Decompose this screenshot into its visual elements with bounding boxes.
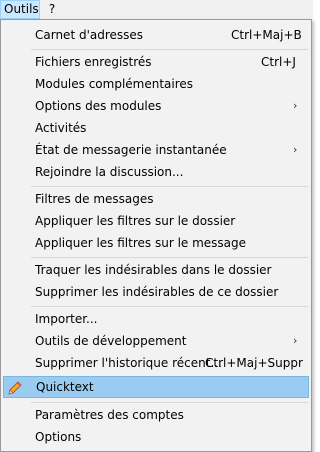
menubar-outils[interactable]: Outils [0, 0, 40, 19]
submenu-chevron-icon: › [293, 99, 298, 112]
menu-item-shortcut: Ctrl+Maj+Suppr [205, 356, 303, 370]
menu-item-label: Supprimer l'historique récent... [35, 356, 222, 370]
menu-item-label: Carnet d'adresses [35, 28, 144, 42]
submenu-chevron-icon: › [293, 334, 298, 347]
menu-separator [31, 257, 308, 258]
menu-item-label: Appliquer les filtres sur le dossier [35, 214, 236, 228]
menu-item-label: Outils de développement [35, 334, 187, 348]
menubar-help[interactable]: ? [45, 0, 59, 19]
menu-item-shortcut: Ctrl+Maj+B [231, 28, 302, 42]
menu-item-supprimer-indesirables[interactable]: Supprimer les indésirables de ce dossier [3, 281, 309, 303]
menu-item-fichiers-enregistres[interactable]: Fichiers enregistrés Ctrl+J [3, 51, 309, 73]
menu-item-label: Activités [35, 121, 87, 135]
menu-item-shortcut: Ctrl+J [261, 55, 296, 69]
menu-item-label: Options [35, 430, 82, 444]
menu-separator [31, 306, 308, 307]
menu-item-appliquer-filtres-message[interactable]: Appliquer les filtres sur le message [3, 232, 309, 254]
menu-item-modules-complementaires[interactable]: Modules complémentaires [3, 73, 309, 95]
outils-dropdown-menu: Carnet d'adresses Ctrl+Maj+B Fichiers en… [0, 19, 312, 452]
menu-item-appliquer-filtres-dossier[interactable]: Appliquer les filtres sur le dossier [3, 210, 309, 232]
quicktext-pencil-icon [7, 380, 23, 396]
menu-item-label: Quicktext [36, 380, 94, 394]
menu-separator [31, 402, 308, 403]
menu-item-parametres-comptes[interactable]: Paramètres des comptes [3, 404, 309, 426]
menu-item-filtres-messages[interactable]: Filtres de messages [3, 188, 309, 210]
menu-item-label: État de messagerie instantanée [35, 143, 227, 157]
menu-item-label: Paramètres des comptes [35, 408, 184, 422]
menu-item-supprimer-historique[interactable]: Supprimer l'historique récent... Ctrl+Ma… [3, 352, 309, 374]
menu-item-label: Options des modules [35, 99, 162, 113]
menu-item-label: Modules complémentaires [35, 77, 194, 91]
submenu-chevron-icon: › [293, 143, 298, 156]
menu-item-label: Importer... [35, 312, 98, 326]
menu-separator [31, 49, 308, 50]
menu-item-quicktext[interactable]: Quicktext [3, 376, 309, 398]
menu-item-importer[interactable]: Importer... [3, 308, 309, 330]
menu-bar: Outils ? [0, 0, 313, 19]
menu-item-label: Appliquer les filtres sur le message [35, 236, 247, 250]
menu-item-options[interactable]: Options [3, 426, 309, 448]
menu-item-etat-messagerie[interactable]: État de messagerie instantanée › [3, 139, 309, 161]
menu-item-outils-developpement[interactable]: Outils de développement › [3, 330, 309, 352]
menu-item-traquer-indesirables[interactable]: Traquer les indésirables dans le dossier [3, 259, 309, 281]
menu-item-label: Filtres de messages [35, 192, 154, 206]
menu-item-label: Traquer les indésirables dans le dossier [35, 263, 272, 277]
menu-item-label: Supprimer les indésirables de ce dossier [35, 285, 279, 299]
menu-item-activites[interactable]: Activités [3, 117, 309, 139]
menu-item-rejoindre-discussion[interactable]: Rejoindre la discussion... [3, 161, 309, 183]
menu-separator [31, 186, 308, 187]
menu-item-label: Rejoindre la discussion... [35, 165, 184, 179]
menu-item-carnet-adresses[interactable]: Carnet d'adresses Ctrl+Maj+B [3, 24, 309, 46]
menu-item-label: Fichiers enregistrés [35, 55, 152, 69]
menu-item-options-des-modules[interactable]: Options des modules › [3, 95, 309, 117]
